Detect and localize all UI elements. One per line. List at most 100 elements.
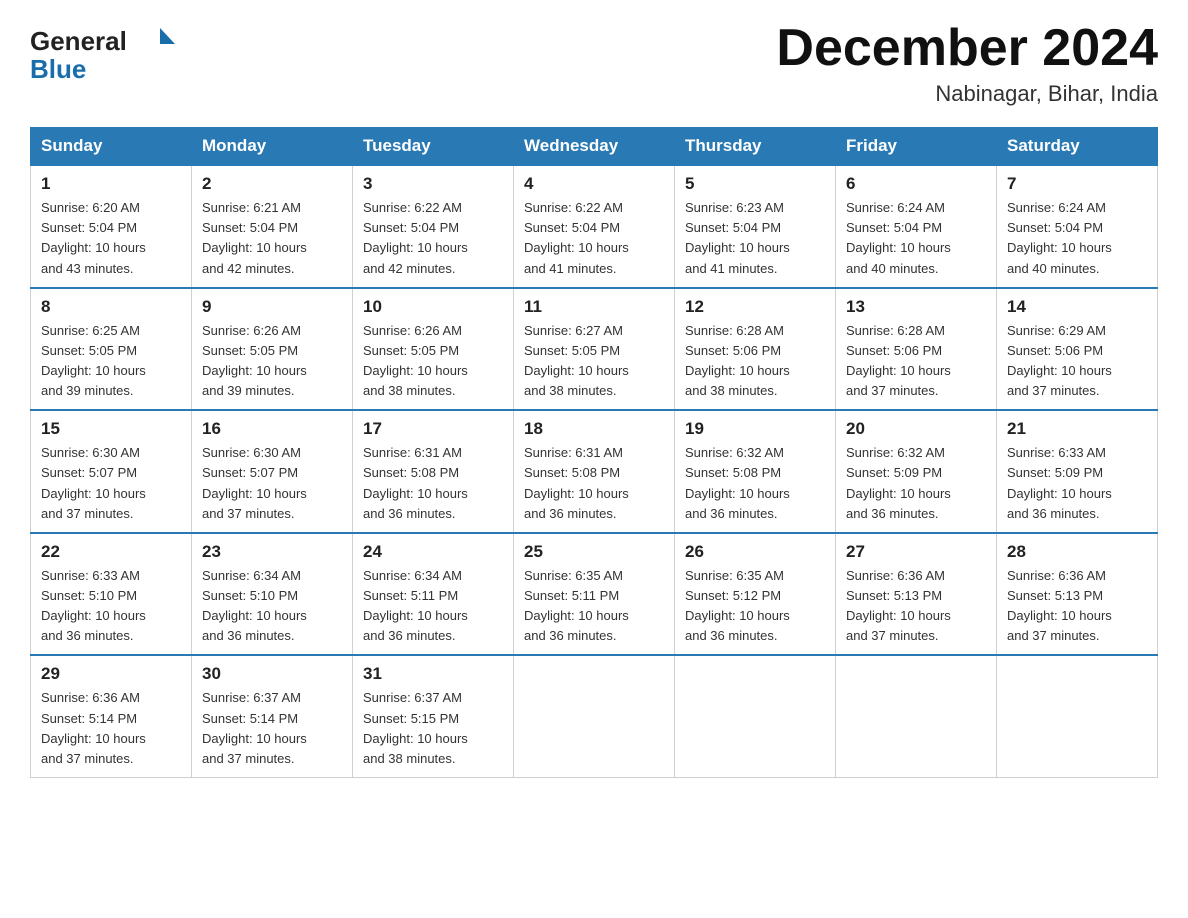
calendar-cell: 4 Sunrise: 6:22 AMSunset: 5:04 PMDayligh… — [514, 165, 675, 288]
calendar-cell: 22 Sunrise: 6:33 AMSunset: 5:10 PMDaylig… — [31, 533, 192, 656]
col-tuesday: Tuesday — [353, 128, 514, 166]
day-number: 31 — [363, 664, 503, 684]
col-friday: Friday — [836, 128, 997, 166]
col-wednesday: Wednesday — [514, 128, 675, 166]
day-detail: Sunrise: 6:29 AMSunset: 5:06 PMDaylight:… — [1007, 323, 1112, 398]
day-detail: Sunrise: 6:20 AMSunset: 5:04 PMDaylight:… — [41, 200, 146, 275]
day-number: 10 — [363, 297, 503, 317]
col-thursday: Thursday — [675, 128, 836, 166]
day-detail: Sunrise: 6:26 AMSunset: 5:05 PMDaylight:… — [363, 323, 468, 398]
calendar-cell — [675, 655, 836, 777]
col-sunday: Sunday — [31, 128, 192, 166]
day-detail: Sunrise: 6:34 AMSunset: 5:10 PMDaylight:… — [202, 568, 307, 643]
day-detail: Sunrise: 6:22 AMSunset: 5:04 PMDaylight:… — [363, 200, 468, 275]
logo: General Blue — [30, 20, 190, 85]
calendar-cell: 31 Sunrise: 6:37 AMSunset: 5:15 PMDaylig… — [353, 655, 514, 777]
day-detail: Sunrise: 6:35 AMSunset: 5:12 PMDaylight:… — [685, 568, 790, 643]
calendar-cell: 5 Sunrise: 6:23 AMSunset: 5:04 PMDayligh… — [675, 165, 836, 288]
day-number: 21 — [1007, 419, 1147, 439]
day-detail: Sunrise: 6:31 AMSunset: 5:08 PMDaylight:… — [363, 445, 468, 520]
calendar-week-4: 22 Sunrise: 6:33 AMSunset: 5:10 PMDaylig… — [31, 533, 1158, 656]
calendar-cell: 27 Sunrise: 6:36 AMSunset: 5:13 PMDaylig… — [836, 533, 997, 656]
day-detail: Sunrise: 6:33 AMSunset: 5:09 PMDaylight:… — [1007, 445, 1112, 520]
calendar-cell — [836, 655, 997, 777]
day-number: 25 — [524, 542, 664, 562]
calendar-cell: 11 Sunrise: 6:27 AMSunset: 5:05 PMDaylig… — [514, 288, 675, 411]
day-detail: Sunrise: 6:21 AMSunset: 5:04 PMDaylight:… — [202, 200, 307, 275]
calendar-cell: 26 Sunrise: 6:35 AMSunset: 5:12 PMDaylig… — [675, 533, 836, 656]
day-detail: Sunrise: 6:30 AMSunset: 5:07 PMDaylight:… — [202, 445, 307, 520]
calendar-week-2: 8 Sunrise: 6:25 AMSunset: 5:05 PMDayligh… — [31, 288, 1158, 411]
day-number: 6 — [846, 174, 986, 194]
day-number: 23 — [202, 542, 342, 562]
calendar-cell: 10 Sunrise: 6:26 AMSunset: 5:05 PMDaylig… — [353, 288, 514, 411]
day-number: 7 — [1007, 174, 1147, 194]
svg-text:Blue: Blue — [30, 54, 86, 84]
location: Nabinagar, Bihar, India — [776, 81, 1158, 107]
calendar-cell: 21 Sunrise: 6:33 AMSunset: 5:09 PMDaylig… — [997, 410, 1158, 533]
calendar-cell: 14 Sunrise: 6:29 AMSunset: 5:06 PMDaylig… — [997, 288, 1158, 411]
day-number: 28 — [1007, 542, 1147, 562]
day-detail: Sunrise: 6:25 AMSunset: 5:05 PMDaylight:… — [41, 323, 146, 398]
svg-text:General: General — [30, 26, 127, 56]
day-number: 4 — [524, 174, 664, 194]
calendar-header: Sunday Monday Tuesday Wednesday Thursday… — [31, 128, 1158, 166]
calendar-cell: 19 Sunrise: 6:32 AMSunset: 5:08 PMDaylig… — [675, 410, 836, 533]
day-number: 13 — [846, 297, 986, 317]
calendar-cell: 12 Sunrise: 6:28 AMSunset: 5:06 PMDaylig… — [675, 288, 836, 411]
day-detail: Sunrise: 6:28 AMSunset: 5:06 PMDaylight:… — [685, 323, 790, 398]
calendar-week-5: 29 Sunrise: 6:36 AMSunset: 5:14 PMDaylig… — [31, 655, 1158, 777]
day-detail: Sunrise: 6:24 AMSunset: 5:04 PMDaylight:… — [846, 200, 951, 275]
calendar-cell: 28 Sunrise: 6:36 AMSunset: 5:13 PMDaylig… — [997, 533, 1158, 656]
calendar-cell: 8 Sunrise: 6:25 AMSunset: 5:05 PMDayligh… — [31, 288, 192, 411]
day-number: 16 — [202, 419, 342, 439]
calendar-cell: 2 Sunrise: 6:21 AMSunset: 5:04 PMDayligh… — [192, 165, 353, 288]
calendar-cell: 16 Sunrise: 6:30 AMSunset: 5:07 PMDaylig… — [192, 410, 353, 533]
day-number: 5 — [685, 174, 825, 194]
day-detail: Sunrise: 6:23 AMSunset: 5:04 PMDaylight:… — [685, 200, 790, 275]
calendar-cell: 30 Sunrise: 6:37 AMSunset: 5:14 PMDaylig… — [192, 655, 353, 777]
page-header: General Blue December 2024 Nabinagar, Bi… — [30, 20, 1158, 107]
day-number: 24 — [363, 542, 503, 562]
day-detail: Sunrise: 6:30 AMSunset: 5:07 PMDaylight:… — [41, 445, 146, 520]
calendar-cell: 1 Sunrise: 6:20 AMSunset: 5:04 PMDayligh… — [31, 165, 192, 288]
calendar-cell: 7 Sunrise: 6:24 AMSunset: 5:04 PMDayligh… — [997, 165, 1158, 288]
day-number: 8 — [41, 297, 181, 317]
day-detail: Sunrise: 6:22 AMSunset: 5:04 PMDaylight:… — [524, 200, 629, 275]
col-monday: Monday — [192, 128, 353, 166]
calendar-body: 1 Sunrise: 6:20 AMSunset: 5:04 PMDayligh… — [31, 165, 1158, 777]
day-number: 26 — [685, 542, 825, 562]
day-number: 20 — [846, 419, 986, 439]
day-detail: Sunrise: 6:37 AMSunset: 5:15 PMDaylight:… — [363, 690, 468, 765]
day-detail: Sunrise: 6:26 AMSunset: 5:05 PMDaylight:… — [202, 323, 307, 398]
calendar-cell — [997, 655, 1158, 777]
calendar-cell: 23 Sunrise: 6:34 AMSunset: 5:10 PMDaylig… — [192, 533, 353, 656]
calendar-cell: 18 Sunrise: 6:31 AMSunset: 5:08 PMDaylig… — [514, 410, 675, 533]
calendar-table: Sunday Monday Tuesday Wednesday Thursday… — [30, 127, 1158, 778]
day-number: 27 — [846, 542, 986, 562]
calendar-cell: 15 Sunrise: 6:30 AMSunset: 5:07 PMDaylig… — [31, 410, 192, 533]
calendar-cell: 9 Sunrise: 6:26 AMSunset: 5:05 PMDayligh… — [192, 288, 353, 411]
calendar-cell — [514, 655, 675, 777]
day-number: 9 — [202, 297, 342, 317]
day-detail: Sunrise: 6:27 AMSunset: 5:05 PMDaylight:… — [524, 323, 629, 398]
day-number: 14 — [1007, 297, 1147, 317]
day-number: 15 — [41, 419, 181, 439]
calendar-cell: 17 Sunrise: 6:31 AMSunset: 5:08 PMDaylig… — [353, 410, 514, 533]
day-detail: Sunrise: 6:31 AMSunset: 5:08 PMDaylight:… — [524, 445, 629, 520]
header-row: Sunday Monday Tuesday Wednesday Thursday… — [31, 128, 1158, 166]
logo-svg: General Blue — [30, 20, 190, 85]
day-number: 3 — [363, 174, 503, 194]
calendar-cell: 3 Sunrise: 6:22 AMSunset: 5:04 PMDayligh… — [353, 165, 514, 288]
day-number: 2 — [202, 174, 342, 194]
day-number: 22 — [41, 542, 181, 562]
day-detail: Sunrise: 6:34 AMSunset: 5:11 PMDaylight:… — [363, 568, 468, 643]
day-detail: Sunrise: 6:36 AMSunset: 5:14 PMDaylight:… — [41, 690, 146, 765]
day-number: 18 — [524, 419, 664, 439]
calendar-cell: 13 Sunrise: 6:28 AMSunset: 5:06 PMDaylig… — [836, 288, 997, 411]
calendar-week-1: 1 Sunrise: 6:20 AMSunset: 5:04 PMDayligh… — [31, 165, 1158, 288]
title-block: December 2024 Nabinagar, Bihar, India — [776, 20, 1158, 107]
day-number: 29 — [41, 664, 181, 684]
day-detail: Sunrise: 6:36 AMSunset: 5:13 PMDaylight:… — [1007, 568, 1112, 643]
day-number: 19 — [685, 419, 825, 439]
